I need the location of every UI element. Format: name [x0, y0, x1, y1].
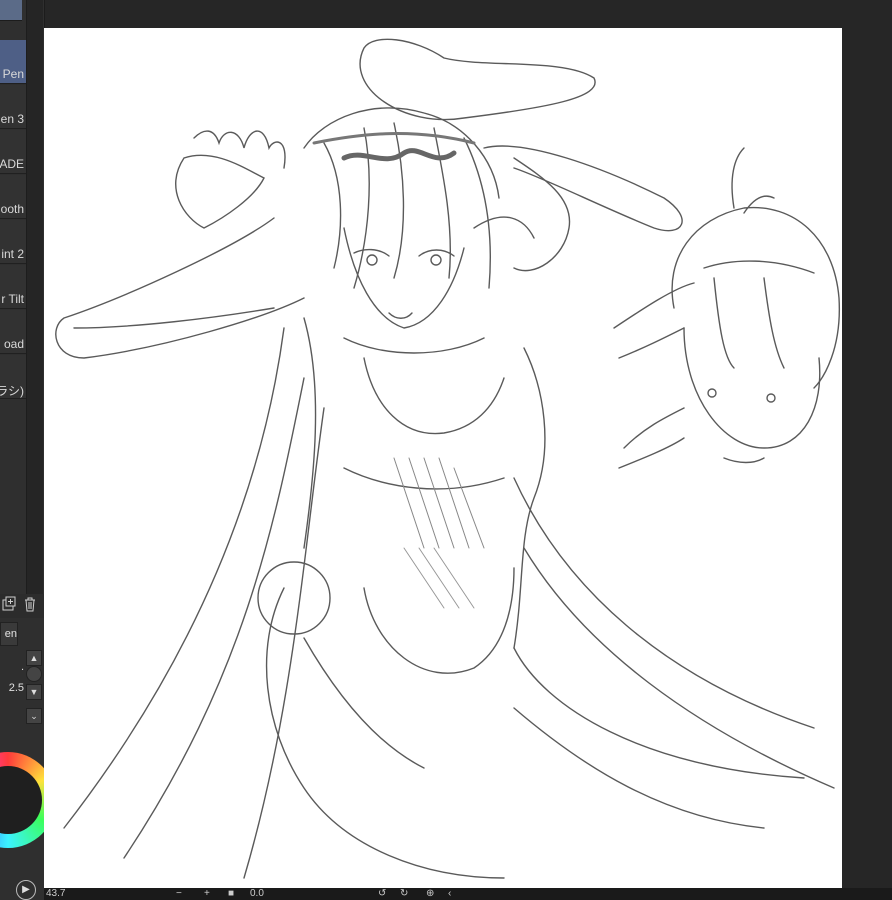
subtool-actions — [0, 594, 44, 618]
subtool-label: ラシ) — [0, 384, 24, 398]
panel-tab[interactable] — [0, 0, 22, 21]
play-icon[interactable]: ▶ — [16, 880, 36, 900]
right-panel — [842, 0, 892, 900]
zoom-value[interactable]: 43.7 — [46, 888, 65, 900]
rotate-left-icon[interactable]: ↺ — [378, 888, 386, 900]
brush-opacity-value: 2.5 — [8, 682, 24, 694]
rotate-right-icon[interactable]: ↻ — [400, 888, 408, 900]
brush-size-value: . — [20, 661, 24, 673]
zoom-slider-icon[interactable]: ■ — [228, 888, 234, 900]
subtool-item-smooth[interactable]: ooth — [0, 175, 26, 219]
tool-property-tab[interactable]: en — [0, 622, 18, 646]
subtool-item-pen[interactable]: Pen — [0, 40, 26, 84]
drawing-canvas[interactable] — [44, 28, 842, 888]
subtool-label: ADE — [0, 157, 24, 171]
subtool-label: oad — [3, 337, 24, 351]
chevron-left-icon[interactable]: ‹ — [448, 888, 451, 900]
subtool-item-brush[interactable]: ラシ) — [0, 355, 26, 399]
color-wheel[interactable] — [0, 752, 44, 862]
chevron-down-icon[interactable]: ▼ — [26, 684, 42, 700]
chevron-up-icon[interactable]: ▲ — [26, 650, 42, 666]
subtool-item-tilt[interactable]: r Tilt — [0, 265, 26, 309]
subtool-label: int 2 — [1, 247, 24, 261]
subtool-item-paint-2[interactable]: int 2 — [0, 220, 26, 264]
duplicate-subtool-icon[interactable] — [0, 596, 18, 614]
rotation-value[interactable]: 0.0 — [250, 888, 264, 900]
sketch-drawing — [55, 38, 840, 879]
reset-view-icon[interactable]: ⊕ — [426, 888, 434, 900]
subtool-label: r Tilt — [1, 292, 24, 306]
tool-panel: Pen en 3 ADE ooth int 2 r Tilt oad ラシ) e… — [0, 0, 45, 900]
hue-ring[interactable] — [0, 752, 44, 848]
subtool-label: Pen — [2, 67, 24, 81]
settings-dropdown-icon[interactable]: ⌄ — [26, 708, 42, 724]
subtool-item-shade[interactable]: ADE — [0, 130, 26, 174]
tool-scrollbar[interactable] — [26, 0, 43, 600]
zoom-out-button[interactable]: − — [176, 888, 182, 900]
subtool-item-pad[interactable]: oad — [0, 310, 26, 354]
zoom-in-button[interactable]: + — [204, 888, 210, 900]
saturation-area[interactable] — [0, 766, 42, 834]
slider-knob-icon[interactable] — [26, 666, 42, 682]
trash-icon[interactable] — [21, 596, 39, 614]
status-bar: 43.7 − + ■ 0.0 ↺ ↻ ⊕ ‹ — [44, 888, 892, 900]
subtool-label: ooth — [0, 202, 24, 216]
subtool-label: en 3 — [0, 112, 24, 126]
subtool-item-pen-3[interactable]: en 3 — [0, 85, 26, 129]
